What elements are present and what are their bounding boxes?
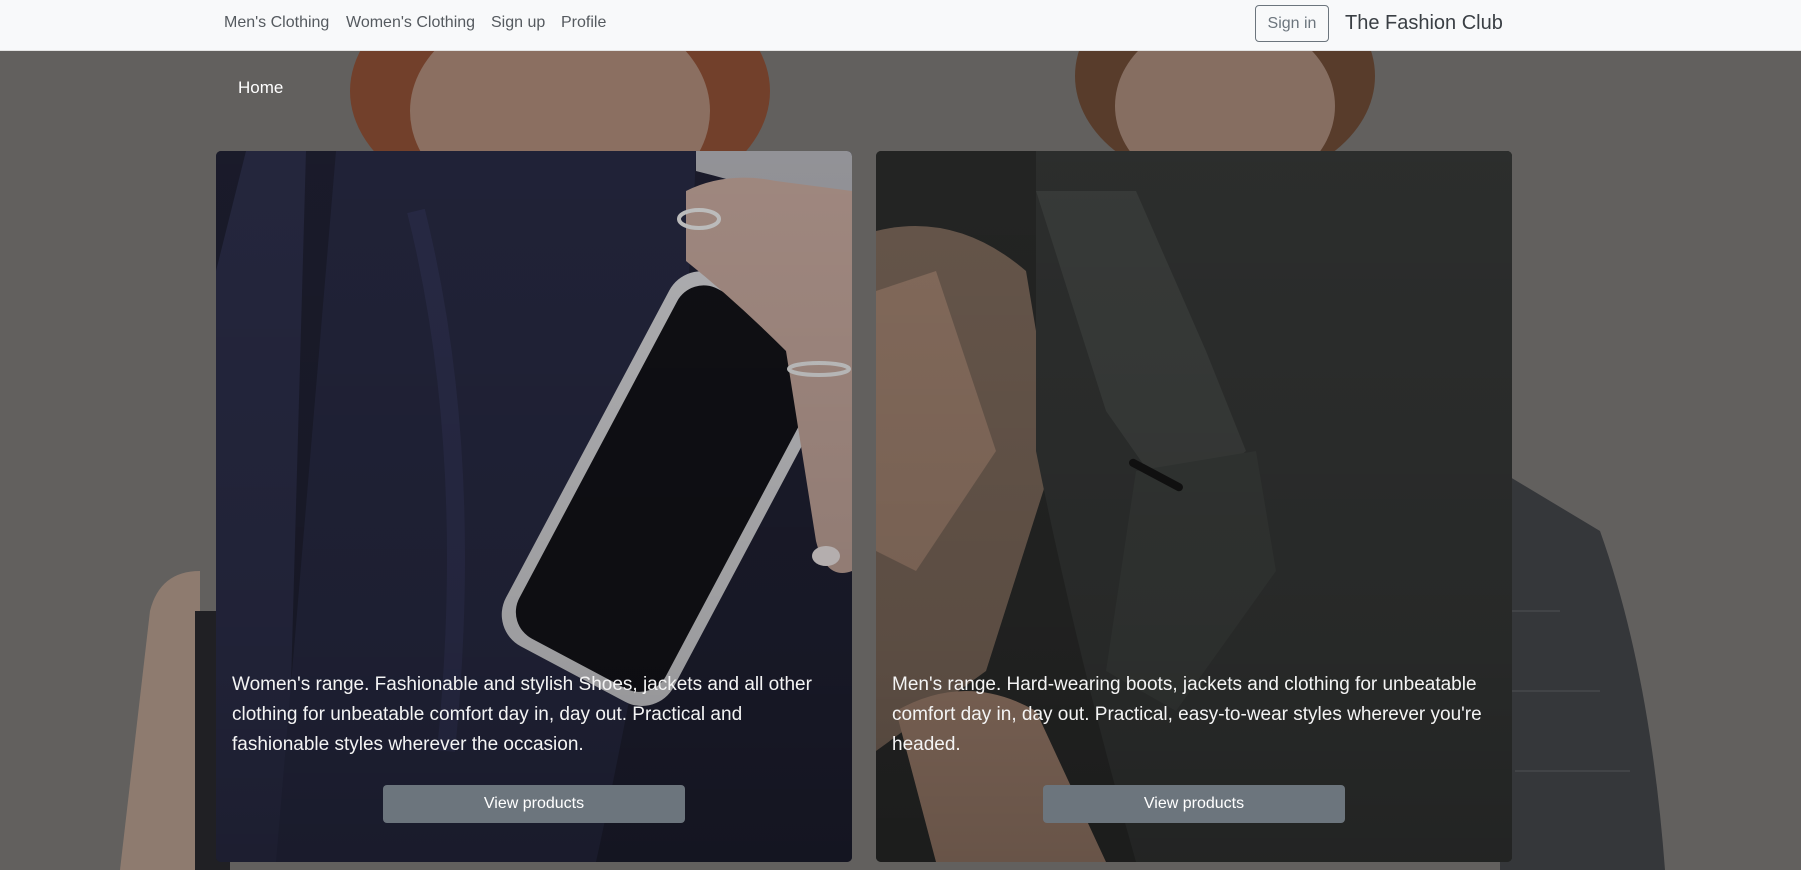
signin-button[interactable]: Sign in xyxy=(1255,5,1329,42)
top-navbar: Men's Clothing Women's Clothing Sign up … xyxy=(0,0,1801,51)
nav-signup-link[interactable]: Sign up xyxy=(491,14,545,32)
nav-womens-clothing-link[interactable]: Women's Clothing xyxy=(346,14,475,32)
womens-view-products-button[interactable]: View products xyxy=(383,785,685,823)
brand-title[interactable]: The Fashion Club xyxy=(1345,12,1503,35)
mens-view-products-button[interactable]: View products xyxy=(1043,785,1345,823)
mens-range-card: Men's range. Hard-wearing boots, jackets… xyxy=(876,151,1512,862)
womens-range-card: Women's range. Fashionable and stylish S… xyxy=(216,151,852,862)
womens-card-description: Women's range. Fashionable and stylish S… xyxy=(232,674,812,755)
nav-profile-link[interactable]: Profile xyxy=(561,14,606,32)
mens-card-description: Men's range. Hard-wearing boots, jackets… xyxy=(892,674,1482,755)
nav-mens-clothing-link[interactable]: Men's Clothing xyxy=(224,14,329,32)
breadcrumb-home[interactable]: Home xyxy=(238,78,283,98)
